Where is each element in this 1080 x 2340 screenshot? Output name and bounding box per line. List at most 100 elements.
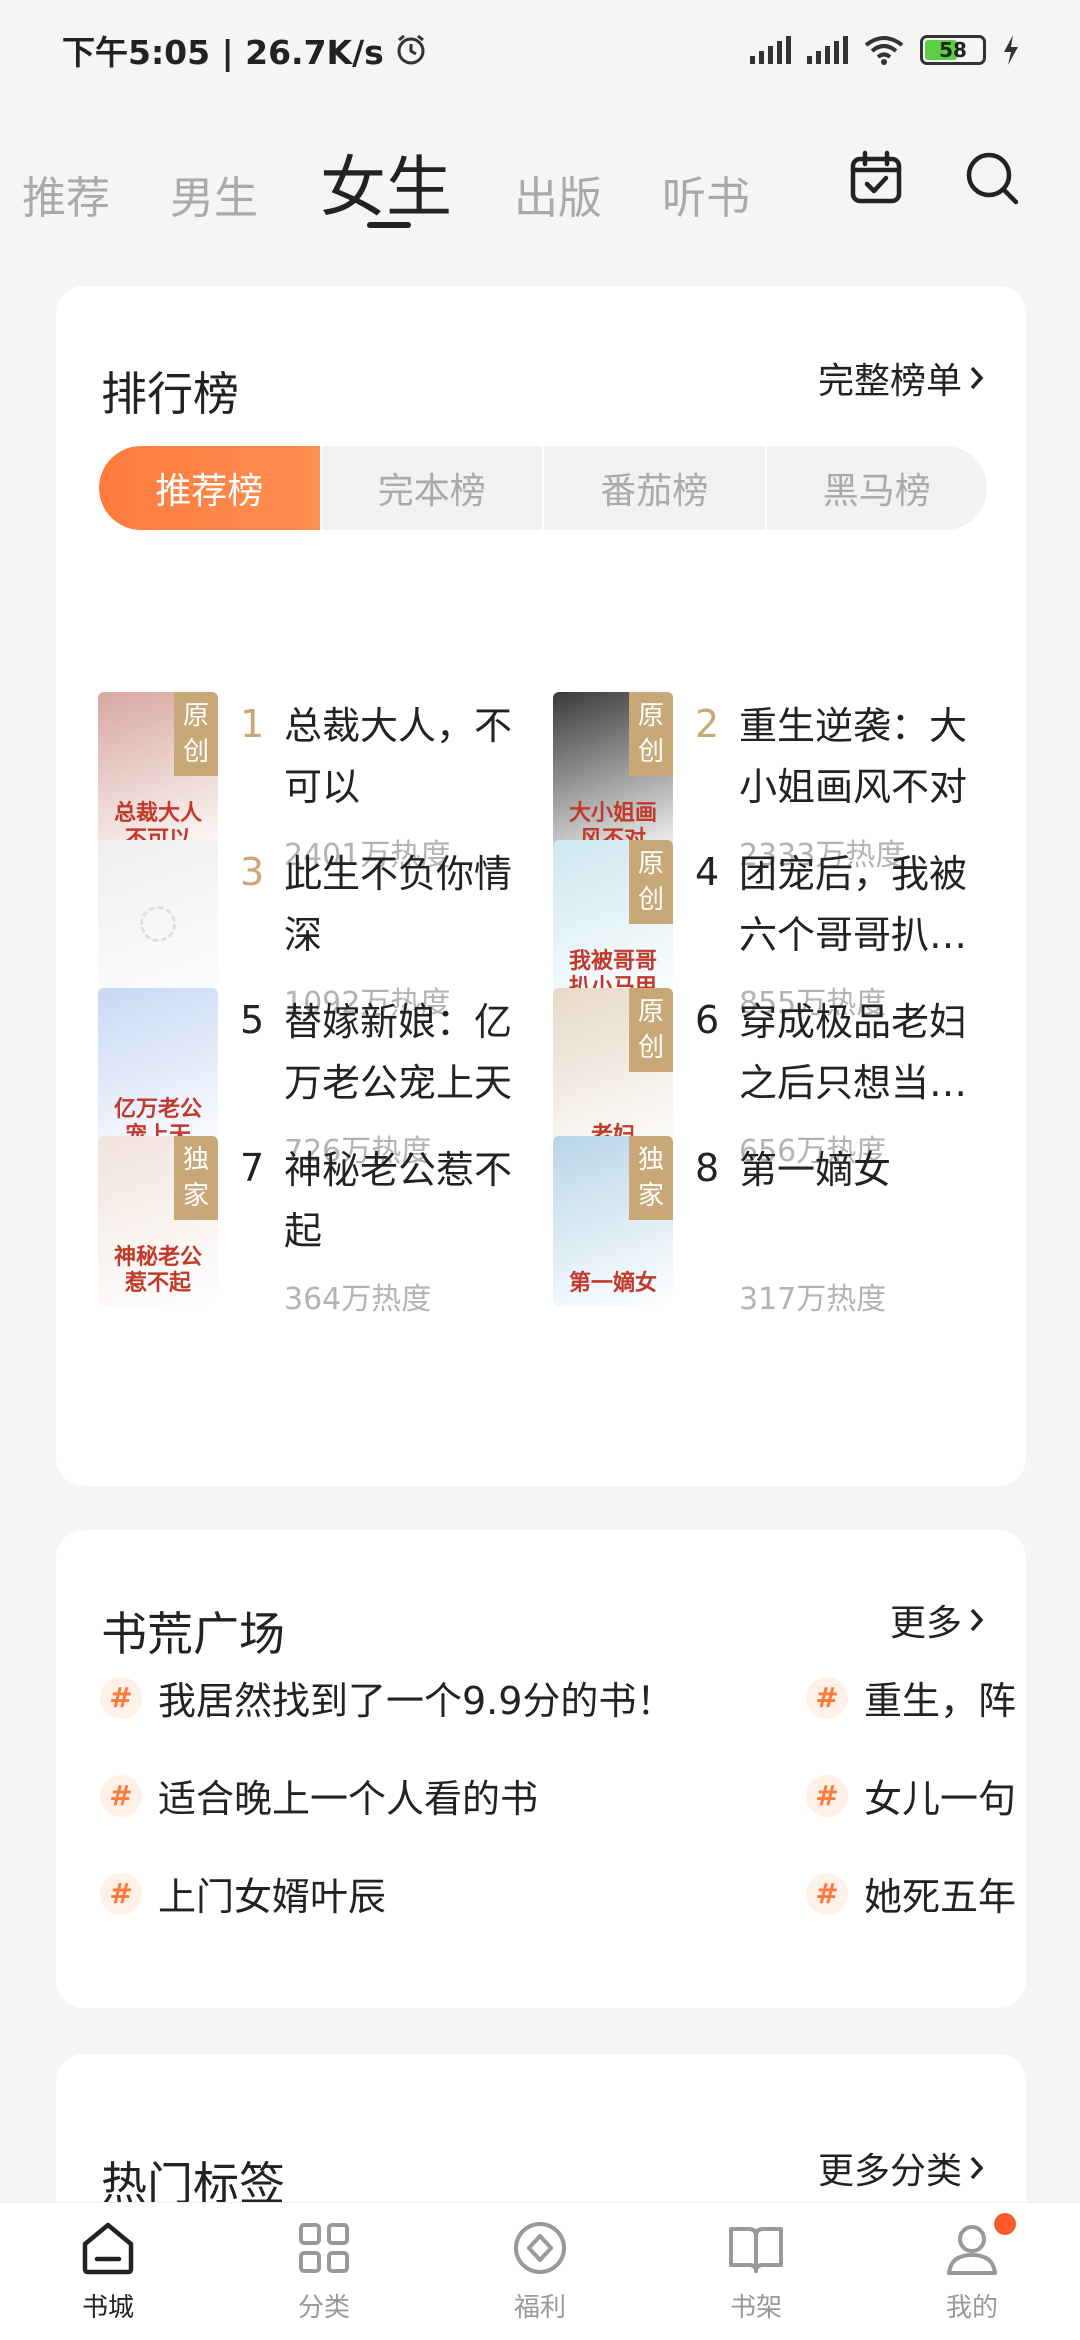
wifi-icon	[864, 36, 904, 65]
topic-label: 适合晚上一个人看的书	[158, 1777, 539, 1821]
topic-label: 女儿一句	[864, 1777, 1017, 1821]
status-time-speed: 下午5:05 | 26.7K/s	[62, 33, 384, 72]
tab-recommend[interactable]: 推荐	[22, 162, 110, 226]
nav-label: 我的	[945, 2293, 998, 2323]
nav-welfare[interactable]: 福利	[432, 2203, 648, 2340]
nav-category[interactable]: 分类	[216, 2203, 432, 2340]
book-cover: 总裁大人不可以原创	[98, 692, 218, 862]
tab-publish[interactable]: 出版	[514, 162, 602, 226]
cover-badge: 原创	[629, 692, 673, 776]
charging-icon	[1004, 35, 1018, 65]
rank-number: 5	[240, 998, 265, 1042]
topic-item[interactable]: # 她死五年	[806, 1866, 1016, 1921]
cover-badge: 独家	[174, 1136, 218, 1220]
topic-item[interactable]: # 我居然找到了一个9.9分的书！	[100, 1670, 674, 1725]
book-heat: 317万热度	[739, 1282, 887, 1317]
cover-badge: 原创	[629, 840, 673, 924]
topic-item[interactable]: # 女儿一句	[806, 1768, 1016, 1823]
topic-grid: # 我居然找到了一个9.9分的书！ # 适合晚上一个人看的书 # 上门女婿叶辰 # 重生…	[56, 1530, 1026, 2008]
hashtag-icon: #	[100, 1774, 142, 1817]
segment-complete[interactable]: 完本榜	[322, 446, 544, 530]
active-tab-indicator	[367, 222, 411, 228]
search-icon[interactable]	[964, 150, 1020, 206]
ranking-title: 排行榜	[101, 367, 239, 421]
book-cover	[98, 840, 218, 1010]
cover-badge: 原创	[174, 692, 218, 776]
book-icon	[729, 2227, 783, 2273]
rank-number: 1	[240, 702, 265, 746]
rank-number: 6	[695, 998, 720, 1042]
tab-female[interactable]: 女生	[320, 134, 452, 230]
cover-badge: 原创	[629, 988, 673, 1072]
grid-icon	[299, 2223, 349, 2273]
cover-badge: 独家	[629, 1136, 673, 1220]
status-left: 下午5:05 | 26.7K/s	[62, 26, 428, 74]
rank-item[interactable]: 神秘老公惹不起独家 7 神秘老公惹不起 364万热度	[98, 1136, 538, 1317]
bottom-nav: 书城 分类 福利 书架 我的	[0, 2202, 1080, 2340]
topic-item[interactable]: # 上门女婿叶辰	[100, 1866, 386, 1921]
tab-male[interactable]: 男生	[170, 162, 258, 226]
nav-bookshelf[interactable]: 书架	[648, 2203, 864, 2340]
book-heat: 364万热度	[284, 1282, 432, 1317]
plaza-card: 书荒广场 更多 # 我居然找到了一个9.9分的书！ # 适合晚上一个人看的书 # 上门…	[56, 1530, 1026, 2008]
rank-item[interactable]: 第一嫡女 独家 8 第一嫡女 317万热度	[553, 1136, 993, 1317]
cover-title: 神秘老公惹不起	[113, 1244, 202, 1296]
battery-icon: 58	[920, 35, 986, 65]
nav-label: 书城	[81, 2293, 134, 2323]
rank-number: 4	[695, 850, 720, 894]
notification-dot	[994, 2213, 1016, 2235]
topic-item[interactable]: # 适合晚上一个人看的书	[100, 1768, 538, 1823]
book-title: 神秘老公惹不起	[284, 1148, 513, 1253]
nav-bookstore[interactable]: 书城	[0, 2203, 216, 2340]
book-title: 穿成极品老妇之后只想当…	[739, 1000, 968, 1105]
segment-recommend[interactable]: 推荐榜	[99, 446, 322, 530]
book-cover: 亿万老公宠上天	[98, 988, 218, 1158]
book-title: 总裁大人，不可以	[284, 704, 513, 809]
book-title: 第一嫡女	[739, 1148, 892, 1192]
chevron-right-icon	[970, 2156, 984, 2180]
book-cover: 神秘老公惹不起 独家	[98, 1136, 218, 1306]
topic-item[interactable]: # 重生，阵	[806, 1670, 1016, 1725]
status-right: 58	[750, 35, 1020, 65]
book-cover: 老妇原创	[553, 988, 673, 1158]
hashtag-icon: #	[100, 1676, 142, 1719]
topic-label: 我居然找到了一个9.9分的书！	[158, 1679, 675, 1723]
rank-number: 7	[240, 1146, 265, 1190]
rank-number: 3	[240, 850, 265, 894]
cover-title: 第一嫡女	[568, 1270, 657, 1296]
chevron-right-icon	[970, 366, 984, 390]
book-cover: 大小姐画风不对原创	[553, 692, 673, 862]
tab-audio[interactable]: 听书	[662, 162, 750, 226]
book-title: 团宠后，我被六个哥哥扒…	[739, 852, 968, 957]
book-title: 重生逆袭：大小姐画风不对	[739, 704, 968, 809]
nav-label: 福利	[513, 2293, 566, 2323]
home-icon	[82, 2222, 134, 2275]
more-categories-label: 更多分类	[817, 2151, 962, 2192]
calendar-checkin-icon[interactable]	[848, 150, 904, 206]
full-ranking-link[interactable]: 完整榜单	[818, 352, 986, 404]
battery-level: 58	[939, 38, 967, 62]
signal-hd-icon	[807, 36, 848, 64]
status-bar: 下午5:05 | 26.7K/s 58	[0, 0, 1080, 100]
loading-spinner-icon	[140, 906, 176, 942]
segment-darkhorse[interactable]: 黑马榜	[767, 446, 988, 530]
hashtag-icon: #	[100, 1872, 142, 1915]
hashtag-icon: #	[806, 1872, 848, 1915]
top-tab-bar: 推荐 男生 女生 出版 听书	[0, 120, 1080, 230]
more-categories-link[interactable]: 更多分类	[818, 2142, 986, 2194]
full-ranking-label: 完整榜单	[817, 361, 962, 402]
topic-label: 重生，阵	[864, 1679, 1017, 1723]
book-cover: 第一嫡女 独家	[553, 1136, 673, 1306]
ranking-card: 排行榜 完整榜单 推荐榜 完本榜 番茄榜 黑马榜 总裁大人不可以原创 1 总裁大人，…	[56, 286, 1026, 1486]
hashtag-icon: #	[806, 1774, 848, 1817]
hashtag-icon: #	[806, 1676, 848, 1719]
book-title: 此生不负你情深	[284, 852, 513, 957]
topic-label: 她死五年	[864, 1875, 1017, 1919]
nav-label: 书架	[729, 2293, 782, 2323]
nav-mine[interactable]: 我的	[864, 2203, 1080, 2340]
nav-label: 分类	[297, 2293, 350, 2323]
segment-fanqie[interactable]: 番茄榜	[544, 446, 767, 530]
book-cover: 我被哥哥扒小马甲原创	[553, 840, 673, 1010]
coin-icon	[514, 2222, 566, 2274]
ranking-segment-control: 推荐榜 完本榜 番茄榜 黑马榜	[99, 446, 987, 530]
